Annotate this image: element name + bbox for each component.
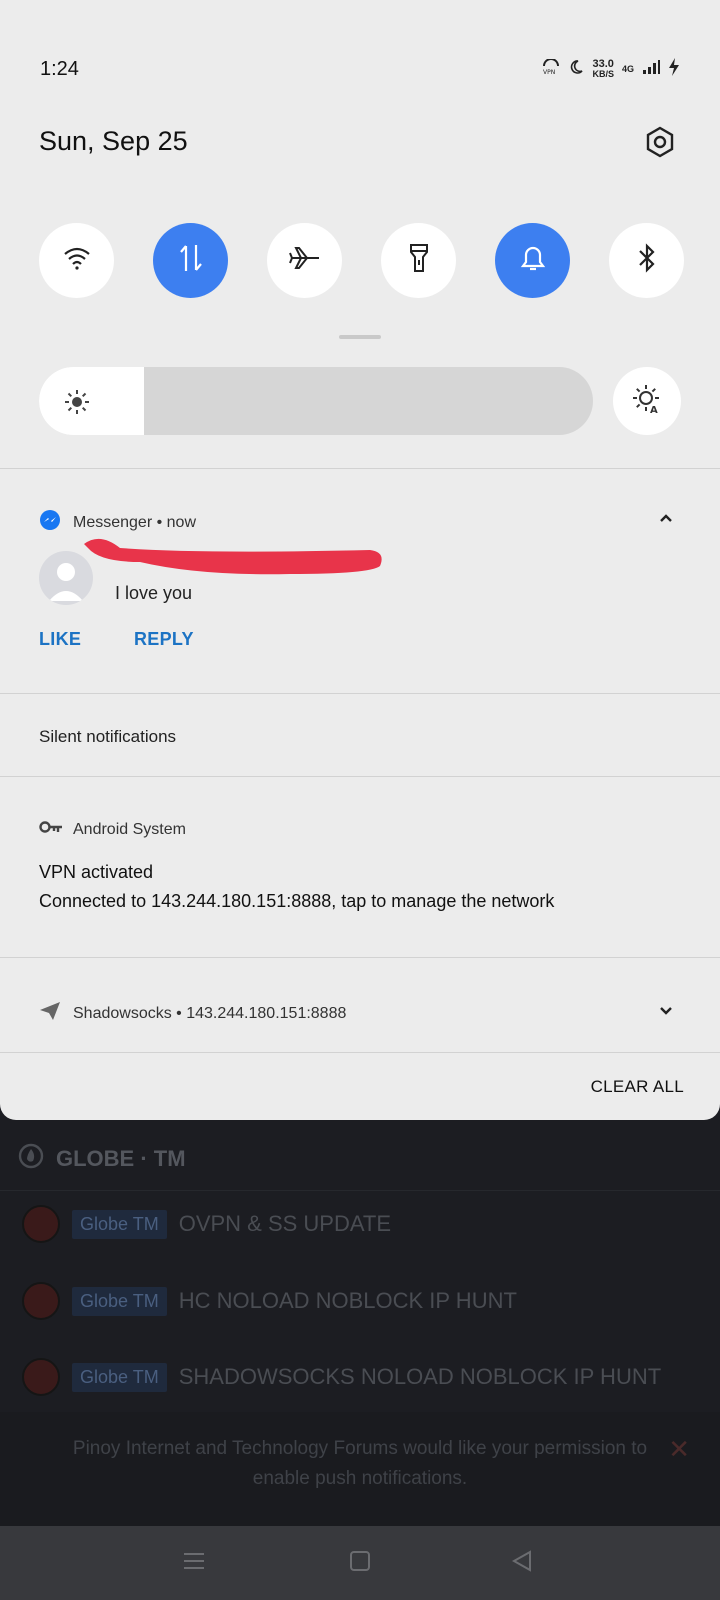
signal-icon <box>642 59 660 78</box>
wifi-icon <box>63 246 91 275</box>
android-system-app-name: Android System <box>73 820 186 838</box>
svg-text:VPN: VPN <box>543 69 555 75</box>
clear-all-button[interactable]: CLEAR ALL <box>591 1077 684 1097</box>
divider <box>0 693 720 694</box>
auto-brightness-icon: A <box>632 384 662 419</box>
divider <box>0 776 720 777</box>
tile-wifi[interactable] <box>39 223 114 298</box>
date-label: Sun, Sep 25 <box>39 126 188 156</box>
divider <box>0 957 720 958</box>
thread-tag: Globe TM <box>72 1209 167 1239</box>
paper-plane-icon <box>39 1001 61 1026</box>
thread-row[interactable]: Globe TM SHADOWSOCKS NOLOAD NOBLOCK IP H… <box>22 1358 661 1396</box>
status-time: 1:24 <box>40 58 79 80</box>
thread-tag: Globe TM <box>72 1286 167 1316</box>
like-button[interactable]: LIKE <box>39 629 81 650</box>
messenger-icon <box>39 509 61 536</box>
messenger-time: now <box>166 513 197 531</box>
messenger-app-name: Messenger <box>73 513 153 531</box>
settings-gear-icon[interactable] <box>644 126 676 158</box>
shadowsocks-detail: 143.244.180.151:8888 <box>186 1004 347 1022</box>
flame-icon <box>18 1143 44 1175</box>
tile-flashlight[interactable] <box>381 223 456 298</box>
vpn-title: VPN activated <box>39 862 154 882</box>
thread-title: OVPN & SS UPDATE <box>178 1211 392 1236</box>
thread-avatar <box>22 1205 60 1243</box>
back-button-icon[interactable] <box>511 1550 533 1577</box>
home-button-icon[interactable] <box>349 1550 371 1577</box>
thread-title: SHADOWSOCKS NOLOAD NOBLOCK IP HUNT <box>178 1364 662 1389</box>
tile-mobile-data[interactable] <box>153 223 228 298</box>
tile-bluetooth[interactable] <box>609 223 684 298</box>
mobile-data-arrows-icon <box>177 243 205 278</box>
thread-tag: Globe TM <box>72 1362 167 1392</box>
messenger-notification-header: Messenger • now <box>39 509 196 536</box>
network-type: 4G <box>621 63 634 74</box>
svg-text:A: A <box>650 405 658 414</box>
thread-title: HC NOLOAD NOBLOCK IP HUNT <box>178 1288 517 1313</box>
quick-settings-tiles <box>39 223 684 298</box>
silent-notifications-header: Silent notifications <box>39 727 177 746</box>
expand-chevron-down-icon[interactable] <box>658 1004 674 1022</box>
expand-handle[interactable] <box>339 335 381 339</box>
reply-button[interactable]: REPLY <box>134 629 194 650</box>
bluetooth-icon <box>637 243 657 278</box>
tile-ring[interactable] <box>495 223 570 298</box>
status-icons: VPN 33.0 KB/S 4G <box>542 58 680 79</box>
notification-shade: 1:24 VPN 33.0 KB/S 4G Sun, Sep 25 A Mess… <box>0 0 720 1120</box>
brightness-slider[interactable] <box>39 367 593 435</box>
vpn-icon: VPN <box>542 58 560 78</box>
thread-row[interactable]: Globe TM OVPN & SS UPDATE <box>22 1205 391 1243</box>
divider <box>0 1190 720 1191</box>
message-text: I love you <box>115 583 193 603</box>
brightness-fill <box>39 367 145 435</box>
redaction-scribble <box>80 536 390 585</box>
divider <box>0 468 720 469</box>
vpn-detail: Connected to 143.244.180.151:8888, tap t… <box>39 891 555 911</box>
banner-close-icon[interactable]: ✕ <box>668 1434 690 1465</box>
shadowsocks-header: Shadowsocks • 143.244.180.151:8888 <box>39 1001 346 1026</box>
shadowsocks-app-name: Shadowsocks <box>73 1004 172 1022</box>
do-not-disturb-icon <box>568 59 584 78</box>
auto-brightness-button[interactable]: A <box>613 367 681 435</box>
flashlight-icon <box>409 243 429 278</box>
brightness-sun-icon <box>63 388 91 421</box>
thread-avatar <box>22 1282 60 1320</box>
thread-avatar <box>22 1358 60 1396</box>
divider <box>0 1052 720 1053</box>
airplane-icon <box>288 244 321 277</box>
network-speed: 33.0 KB/S <box>592 57 614 79</box>
thread-row[interactable]: Globe TM HC NOLOAD NOBLOCK IP HUNT <box>22 1282 517 1320</box>
push-permission-text: Pinoy Internet and Technology Forums wou… <box>72 1438 648 1489</box>
recents-menu-icon[interactable] <box>183 1550 205 1577</box>
forum-name: GLOBE · TM <box>56 1146 186 1171</box>
key-icon <box>39 820 63 839</box>
forum-header: GLOBE · TM <box>18 1143 186 1175</box>
bell-icon <box>519 243 547 278</box>
collapse-chevron-up-icon[interactable] <box>658 511 674 529</box>
charging-icon <box>668 58 680 79</box>
status-bar: 1:24 VPN 33.0 KB/S 4G <box>40 58 680 86</box>
android-system-header: Android System <box>39 820 186 839</box>
tile-airplane-mode[interactable] <box>267 223 342 298</box>
